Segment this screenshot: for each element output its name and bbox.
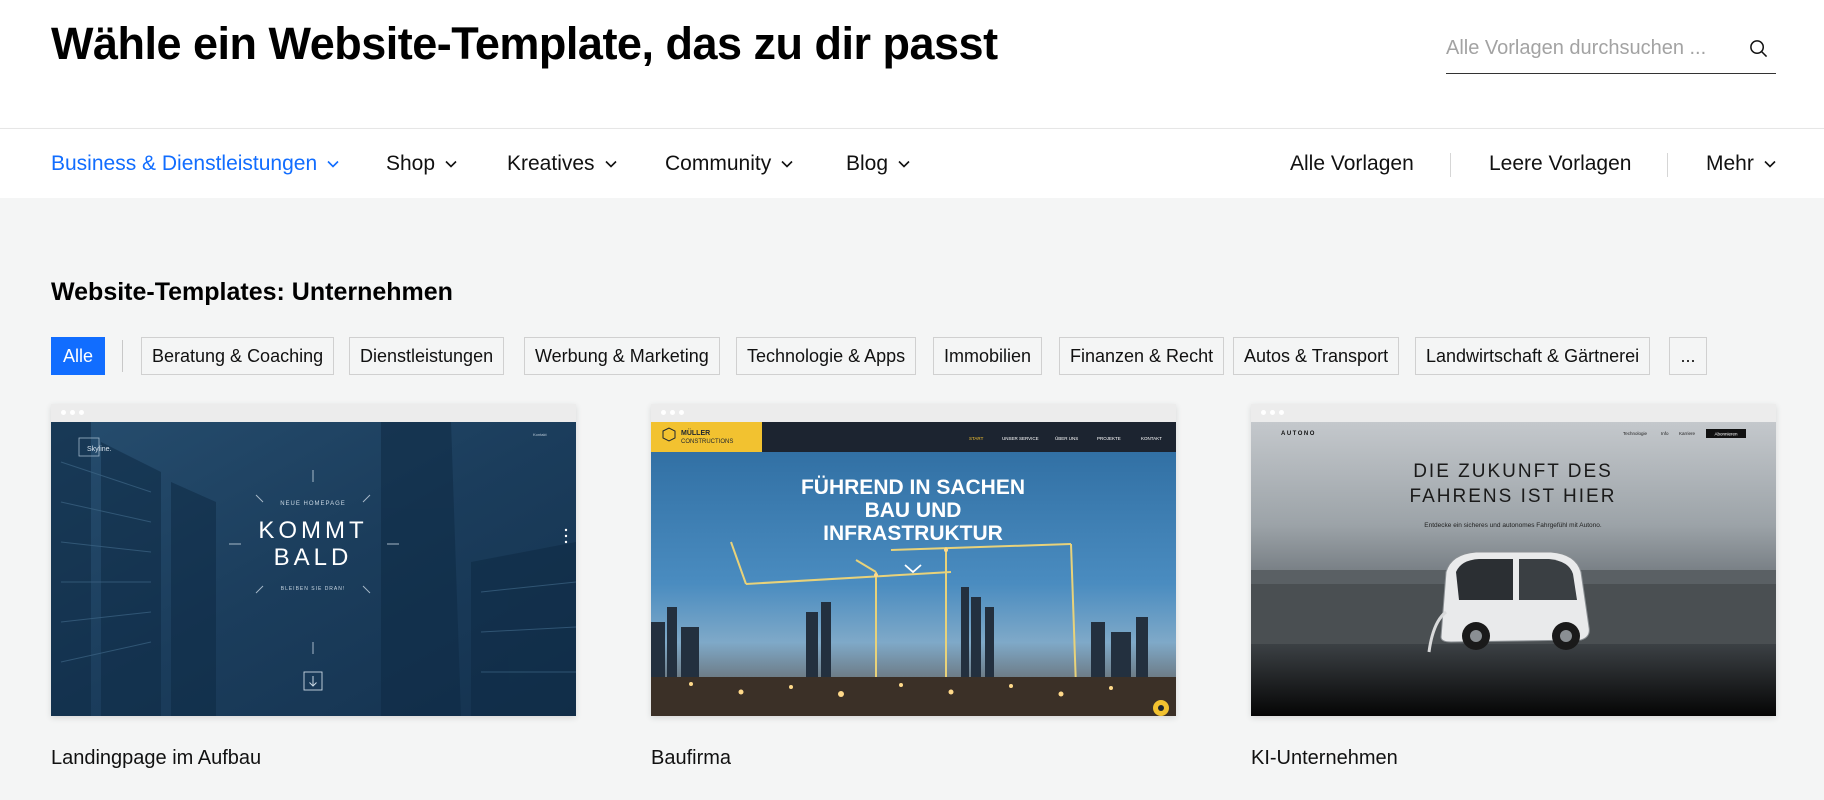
preview-menu-item: Technologie	[1623, 431, 1648, 436]
template-preview-baufirma: MÜLLER CONSTRUCTIONS START UNSER SERVICE…	[651, 422, 1176, 716]
preview-headline-1: FÜHREND IN SACHEN	[801, 476, 1025, 499]
filter-chip[interactable]: Werbung & Marketing	[524, 337, 720, 375]
preview-menu-item: START	[969, 436, 984, 441]
template-card-ki-unternehmen[interactable]: AUTONO Technologie Info Karriere Abonnie…	[1251, 404, 1776, 716]
chevron-down-icon	[445, 158, 457, 170]
nav-blog[interactable]: Blog	[846, 129, 910, 199]
preview-menu-item: Info	[1661, 431, 1669, 436]
nav-divider	[1450, 153, 1451, 177]
preview-headline-2: BALD	[274, 544, 353, 571]
template-name[interactable]: KI-Unternehmen	[1251, 747, 1398, 770]
chevron-down-icon	[604, 158, 617, 170]
chevron-down-icon	[327, 158, 339, 170]
chip-divider	[122, 340, 123, 372]
chevron-down-icon	[1764, 158, 1776, 170]
search-box	[1446, 26, 1776, 74]
chevron-down-icon	[898, 158, 910, 170]
nav-shop-label: Shop	[386, 152, 436, 175]
template-preview-landingpage: Skyline. Kontakt NEUE HOMEPAGE KOMMT BAL…	[51, 422, 576, 716]
preview-nav-link: Kontakt	[533, 432, 547, 437]
nav-divider	[1667, 153, 1668, 177]
filter-chip[interactable]: Beratung & Coaching	[141, 337, 335, 375]
filter-chip[interactable]: Autos & Transport	[1233, 337, 1400, 375]
browser-bar	[1251, 404, 1776, 422]
nav-community-label: Community	[665, 152, 772, 175]
nav-kreatives-label: Kreatives	[507, 152, 595, 175]
preview-menu-item: KONTAKT	[1141, 436, 1162, 441]
template-name[interactable]: Landingpage im Aufbau	[51, 747, 261, 770]
all-templates-link[interactable]: Alle Vorlagen	[1290, 129, 1414, 199]
more-filters-button[interactable]: ...	[1669, 337, 1707, 375]
page-title: Wähle ein Website-Template, das zu dir p…	[51, 18, 998, 69]
search-input[interactable]	[1446, 32, 1736, 64]
nav-more-label: Mehr	[1706, 152, 1754, 175]
category-nav: Business & Dienstleistungen Shop Kreativ…	[0, 128, 1824, 198]
preview-headline-1: DIE ZUKUNFT DES	[1413, 461, 1613, 482]
template-name[interactable]: Baufirma	[651, 747, 731, 770]
browser-bar	[51, 404, 576, 422]
filter-chip[interactable]: Technologie & Apps	[736, 337, 917, 375]
preview-menu-item: ÜBER UNS	[1055, 435, 1078, 441]
search-icon[interactable]	[1744, 34, 1772, 62]
template-card-landingpage[interactable]: Skyline. Kontakt NEUE HOMEPAGE KOMMT BAL…	[51, 404, 576, 716]
nav-more[interactable]: Mehr	[1706, 129, 1776, 199]
preview-logo-line-2: CONSTRUCTIONS	[681, 439, 733, 445]
blank-templates-label: Leere Vorlagen	[1489, 152, 1632, 175]
preview-headline-2: BAU UND	[865, 499, 962, 522]
browser-bar	[651, 404, 1176, 422]
chevron-down-icon	[781, 158, 793, 170]
filter-chip[interactable]: Landwirtschaft & Gärtnerei	[1415, 337, 1651, 375]
preview-menu-item: PROJEKTE	[1097, 436, 1121, 441]
all-templates-label: Alle Vorlagen	[1290, 152, 1414, 175]
preview-headline-2: FAHRENS IST HIER	[1410, 486, 1617, 507]
nav-blog-label: Blog	[846, 152, 889, 175]
filter-chip[interactable]: Immobilien	[933, 337, 1043, 375]
preview-sub: Entdecke ein sicheres und autonomes Fahr…	[1424, 522, 1602, 529]
preview-menu-item: Karriere	[1679, 431, 1696, 436]
filter-chip-alle[interactable]: Alle	[51, 337, 105, 375]
nav-business[interactable]: Business & Dienstleistungen	[51, 129, 339, 199]
preview-subscribe-button: Abonnieren	[1714, 432, 1738, 437]
section-title: Website-Templates: Unternehmen	[51, 278, 453, 306]
preview-kicker: NEUE HOMEPAGE	[280, 501, 346, 507]
header: Wähle ein Website-Template, das zu dir p…	[0, 0, 1824, 128]
nav-kreatives[interactable]: Kreatives	[507, 129, 617, 199]
nav-shop[interactable]: Shop	[386, 129, 457, 199]
nav-business-label: Business & Dienstleistungen	[51, 152, 318, 175]
preview-logo: AUTONO	[1281, 431, 1316, 437]
nav-community[interactable]: Community	[665, 129, 793, 199]
template-card-baufirma[interactable]: MÜLLER CONSTRUCTIONS START UNSER SERVICE…	[651, 404, 1176, 716]
preview-headline-1: KOMMT	[258, 517, 367, 544]
filter-chip[interactable]: Dienstleistungen	[349, 337, 505, 375]
template-preview-ki-unternehmen: AUTONO Technologie Info Karriere Abonnie…	[1251, 422, 1776, 716]
preview-headline-3: INFRASTRUKTUR	[823, 522, 1003, 545]
preview-logo: Skyline.	[87, 446, 112, 453]
filter-chip[interactable]: Finanzen & Recht	[1059, 337, 1225, 375]
preview-menu-item: UNSER SERVICE	[1002, 436, 1039, 441]
blank-templates-link[interactable]: Leere Vorlagen	[1489, 129, 1631, 199]
template-gallery: Website-Templates: Unternehmen Alle Bera…	[0, 198, 1824, 800]
car-illustration	[1427, 551, 1590, 653]
preview-logo-line-1: MÜLLER	[681, 428, 710, 437]
preview-sub: BLEIBEN SIE DRAN!	[281, 586, 346, 592]
